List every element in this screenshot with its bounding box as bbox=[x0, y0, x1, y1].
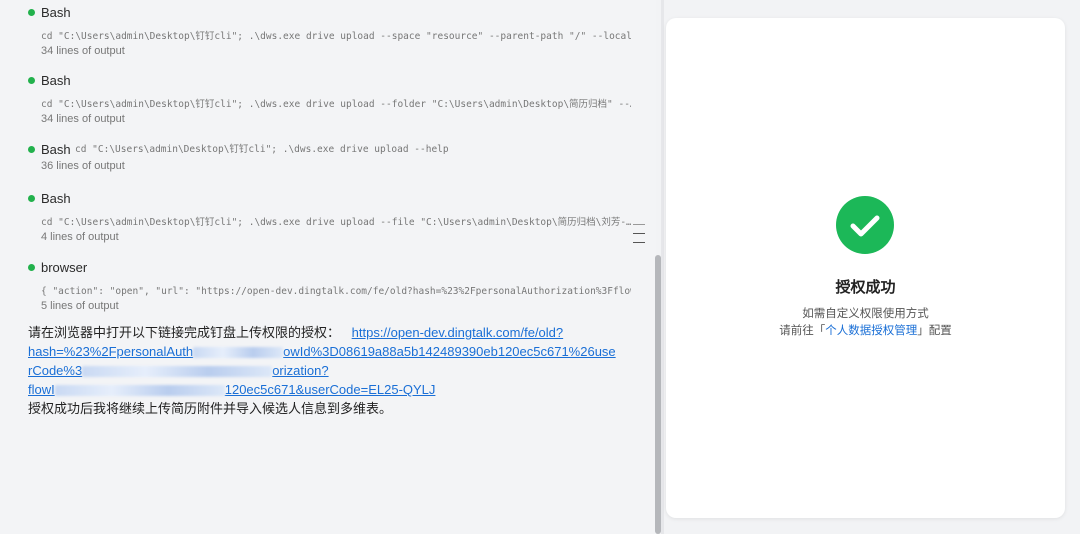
step-title: Bash bbox=[41, 73, 71, 88]
step-title: Bash bbox=[41, 5, 71, 20]
status-dot-icon bbox=[28, 264, 35, 271]
step-output-count[interactable]: 34 lines of output bbox=[41, 44, 628, 58]
status-dot-icon bbox=[28, 146, 35, 153]
assistant-message: 请在浏览器中打开以下链接完成钉盘上传权限的授权： https://open-de… bbox=[28, 323, 628, 418]
tool-step[interactable]: Bash cd "C:\Users\admin\Desktop\钉钉cli"; … bbox=[28, 141, 628, 173]
tool-step[interactable]: Bash cd "C:\Users\admin\Desktop\钉钉cli"; … bbox=[28, 4, 631, 58]
step-command: { "action": "open", "url": "https://open… bbox=[41, 286, 631, 297]
step-title: Bash bbox=[41, 191, 71, 206]
tool-step[interactable]: Bash cd "C:\Users\admin\Desktop\钉钉cli"; … bbox=[28, 72, 631, 126]
step-command: cd "C:\Users\admin\Desktop\钉钉cli"; .\dws… bbox=[75, 144, 449, 155]
step-command: cd "C:\Users\admin\Desktop\钉钉cli"; .\dws… bbox=[41, 217, 631, 228]
guidance-suffix: 」配置 bbox=[917, 325, 952, 337]
redacted-blur bbox=[193, 347, 284, 359]
status-dot-icon bbox=[28, 9, 35, 16]
auth-link-part[interactable]: rCode%3 bbox=[28, 363, 82, 378]
step-output-count[interactable]: 5 lines of output bbox=[41, 299, 628, 313]
personal-data-auth-link[interactable]: 个人数据授权管理 bbox=[825, 325, 917, 337]
step-output-count[interactable]: 36 lines of output bbox=[41, 159, 628, 173]
step-title: browser bbox=[41, 260, 88, 275]
auth-link-part[interactable]: flowI bbox=[28, 382, 55, 397]
status-dot-icon bbox=[28, 195, 35, 202]
step-output-count[interactable]: 4 lines of output bbox=[41, 230, 628, 244]
auth-result-card: 授权成功 如需自定义权限使用方式 请前往「个人数据授权管理」配置 bbox=[666, 18, 1065, 518]
redacted-blur bbox=[54, 385, 225, 397]
scroll-indicator-icon bbox=[633, 224, 647, 251]
tool-step[interactable]: Bash cd "C:\Users\admin\Desktop\钉钉cli"; … bbox=[28, 190, 631, 244]
guidance-prefix: 请前往「 bbox=[779, 325, 826, 337]
tool-step[interactable]: browser { "action": "open", "url": "http… bbox=[28, 259, 631, 313]
status-dot-icon bbox=[28, 77, 35, 84]
step-output-count[interactable]: 34 lines of output bbox=[41, 112, 628, 126]
message-followup: 授权成功后我将继续上传简历附件并导入候选人信息到多维表。 bbox=[28, 401, 393, 416]
step-title: Bash bbox=[41, 142, 71, 157]
auth-link-part[interactable]: hash=%23%2FpersonalAuth bbox=[28, 344, 193, 359]
message-intro: 请在浏览器中打开以下链接完成钉盘上传权限的授权： bbox=[28, 325, 341, 340]
auth-link[interactable]: https://open-dev.dingtalk.com/fe/old? bbox=[352, 325, 564, 340]
success-title: 授权成功 bbox=[835, 279, 896, 296]
redacted-blur bbox=[82, 366, 273, 378]
step-command: cd "C:\Users\admin\Desktop\钉钉cli"; .\dws… bbox=[41, 99, 631, 110]
success-guidance: 请前往「个人数据授权管理」配置 bbox=[666, 323, 1065, 340]
step-command: cd "C:\Users\admin\Desktop\钉钉cli"; .\dws… bbox=[41, 31, 631, 42]
success-subtitle: 如需自定义权限使用方式 bbox=[802, 308, 929, 320]
chat-log-pane: Bash cd "C:\Users\admin\Desktop\钉钉cli"; … bbox=[0, 0, 656, 534]
pane-divider[interactable] bbox=[661, 0, 664, 534]
auth-link-part[interactable]: owId%3D08619a88a5b142489390eb120ec5c671%… bbox=[283, 344, 616, 359]
success-check-icon bbox=[836, 196, 894, 254]
auth-link-part[interactable]: orization? bbox=[272, 363, 328, 378]
auth-link-part[interactable]: 120ec5c671&userCode=EL25-QYLJ bbox=[225, 382, 436, 397]
